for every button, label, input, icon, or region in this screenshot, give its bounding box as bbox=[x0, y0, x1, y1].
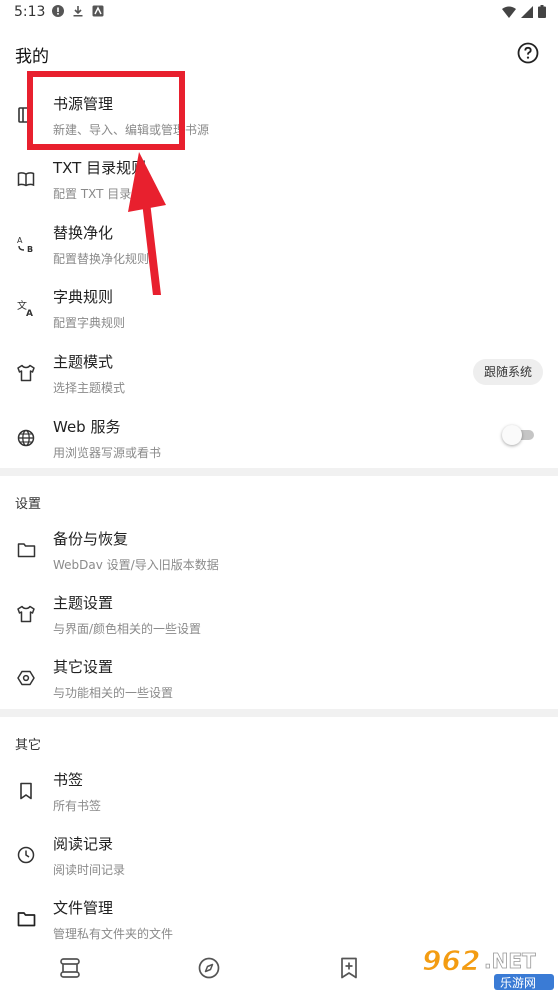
menu-item-title: Web 服务 bbox=[53, 418, 121, 436]
bookshelf-icon[interactable] bbox=[57, 955, 83, 981]
menu-item-subtitle: 阅读时间记录 bbox=[53, 863, 126, 877]
section-divider bbox=[0, 709, 558, 717]
menu-item-web-service[interactable]: Web 服务 用浏览器写源或看书 bbox=[0, 405, 558, 469]
menu-item-subtitle: 管理私有文件夹的文件 bbox=[53, 927, 174, 941]
menu-item-subtitle: 配置字典规则 bbox=[53, 316, 126, 330]
menu-item-subtitle: 与界面/颜色相关的一些设置 bbox=[53, 622, 202, 636]
watermark-logo: 962 .NET 乐游网 bbox=[418, 940, 558, 992]
download-icon bbox=[73, 6, 83, 17]
menu-item-title: 主题设置 bbox=[53, 594, 114, 612]
menu-item-subtitle: 与功能相关的一些设置 bbox=[53, 686, 174, 700]
menu-item-reading-record[interactable]: 阅读记录 阅读时间记录 bbox=[0, 822, 558, 886]
menu-item-title: 备份与恢复 bbox=[53, 530, 129, 548]
annotation-arrow bbox=[128, 152, 166, 295]
clock-icon bbox=[16, 845, 36, 865]
help-icon[interactable] bbox=[516, 41, 540, 65]
svg-text:A: A bbox=[17, 236, 23, 245]
menu-item-subtitle: 所有书签 bbox=[53, 799, 102, 813]
signal-icon bbox=[521, 5, 533, 18]
wifi-icon bbox=[502, 6, 516, 18]
battery-icon bbox=[538, 5, 546, 18]
svg-text:B: B bbox=[27, 245, 33, 254]
app-notification-icon bbox=[92, 5, 104, 17]
rss-bookmark-icon[interactable] bbox=[336, 955, 362, 981]
menu-item-replace-rules[interactable]: AB 替换净化 配置替换净化规则 bbox=[0, 211, 558, 275]
compass-icon[interactable] bbox=[196, 955, 222, 981]
section-title-settings: 设置 bbox=[15, 497, 42, 512]
menu-item-title: 字典规则 bbox=[53, 288, 114, 306]
svg-text:962: 962 bbox=[422, 944, 480, 977]
menu-item-title: 阅读记录 bbox=[53, 835, 114, 853]
svg-text:乐游网: 乐游网 bbox=[500, 976, 536, 990]
svg-text:A: A bbox=[26, 309, 33, 318]
svg-text:.NET: .NET bbox=[484, 949, 536, 973]
menu-item-subtitle: 用浏览器写源或看书 bbox=[53, 446, 162, 460]
menu-item-title: 主题模式 bbox=[53, 353, 114, 371]
globe-icon bbox=[16, 428, 36, 448]
replace-icon: AB bbox=[16, 234, 36, 254]
menu-item-subtitle: WebDav 设置/导入旧版本数据 bbox=[53, 558, 219, 572]
hexagon-settings-icon bbox=[16, 668, 36, 688]
folder-icon bbox=[16, 540, 36, 560]
shirt-icon bbox=[16, 604, 36, 624]
menu-item-theme-settings[interactable]: 主题设置 与界面/颜色相关的一些设置 bbox=[0, 581, 558, 645]
shirt-icon bbox=[16, 363, 36, 383]
menu-item-dictionary-rules[interactable]: 文A 字典规则 配置字典规则 bbox=[0, 275, 558, 339]
menu-item-subtitle: 选择主题模式 bbox=[53, 381, 126, 395]
theme-mode-chip[interactable]: 跟随系统 bbox=[472, 359, 543, 385]
menu-item-title: 替换净化 bbox=[53, 224, 114, 242]
menu-item-title: 其它设置 bbox=[53, 658, 114, 676]
menu-item-backup-restore[interactable]: 备份与恢复 WebDav 设置/导入旧版本数据 bbox=[0, 517, 558, 581]
status-time: 5:13 bbox=[14, 4, 46, 20]
web-service-toggle[interactable] bbox=[502, 425, 534, 445]
annotation-highlight-box bbox=[27, 71, 185, 150]
menu-item-title: 书签 bbox=[53, 771, 84, 789]
menu-item-title: 文件管理 bbox=[53, 899, 114, 917]
menu-item-txt-toc-rules[interactable]: TXT 目录规则 配置 TXT 目录规则 bbox=[0, 146, 558, 210]
bookmark-icon bbox=[16, 781, 36, 801]
alert-icon bbox=[52, 5, 64, 17]
open-book-icon bbox=[16, 169, 36, 189]
translate-icon: 文A bbox=[16, 298, 36, 318]
menu-item-other-settings[interactable]: 其它设置 与功能相关的一些设置 bbox=[0, 645, 558, 709]
section-divider bbox=[0, 468, 558, 476]
status-bar: 5:13 bbox=[0, 0, 558, 26]
menu-item-bookmarks[interactable]: 书签 所有书签 bbox=[0, 758, 558, 822]
folder-icon bbox=[16, 909, 36, 929]
header: 我的 bbox=[0, 36, 558, 70]
page-title: 我的 bbox=[15, 47, 49, 67]
section-title-other: 其它 bbox=[15, 738, 42, 753]
